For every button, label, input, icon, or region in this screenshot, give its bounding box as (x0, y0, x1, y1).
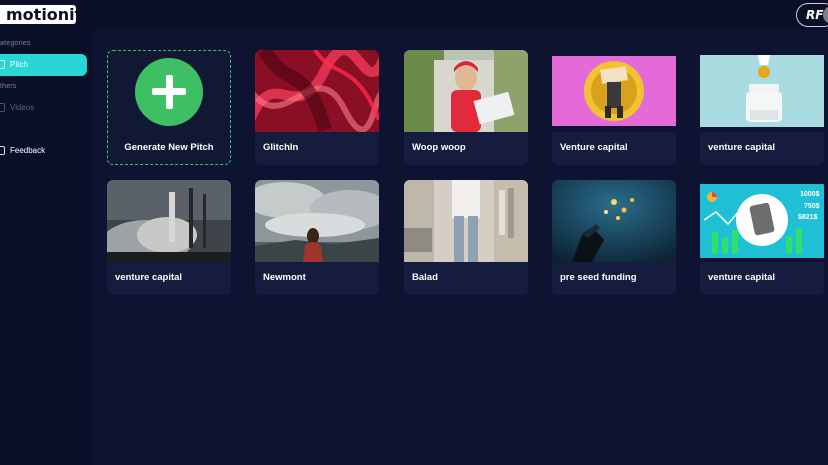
card-thumbnail (700, 50, 824, 132)
generate-new-pitch-card[interactable]: Generate New Pitch (107, 50, 231, 165)
sidebar-section-categories-title: ategories (0, 40, 31, 47)
pitch-icon (0, 60, 5, 69)
app-logo[interactable]: motionit (0, 5, 82, 24)
avatar (823, 6, 828, 24)
card-title: venture capital (708, 142, 776, 153)
card-title: pre seed funding (560, 272, 637, 283)
card-title: venture capital (115, 272, 183, 283)
pitch-card[interactable]: venture capital (700, 50, 824, 165)
sidebar-item-label: Pitch (10, 60, 28, 69)
card-title: Venture capital (560, 142, 628, 153)
card-thumbnail (552, 50, 676, 132)
pitch-card[interactable]: 1000$ 750$ $821$ venture capital (700, 180, 824, 295)
top-bar: motionit RF (0, 0, 828, 30)
card-title: GlitchIn (263, 142, 299, 153)
sidebar-item-feedback[interactable]: Feedback (0, 140, 87, 162)
pitch-card[interactable]: pre seed funding (552, 180, 676, 295)
sidebar-item-label: Feedback (10, 146, 46, 155)
card-thumbnail (552, 180, 676, 262)
sidebar-item-label: Videos (10, 103, 35, 112)
card-title: Balad (412, 272, 438, 283)
card-thumbnail (107, 180, 231, 262)
feedback-icon (0, 146, 5, 155)
pitch-card[interactable]: Balad (404, 180, 528, 295)
card-thumbnail: 1000$ 750$ $821$ (700, 180, 824, 262)
card-thumbnail (404, 50, 528, 132)
pitch-card[interactable]: Venture capital (552, 50, 676, 165)
sidebar-item-videos[interactable]: Videos (0, 97, 87, 119)
pitch-card[interactable]: Woop woop (404, 50, 528, 165)
video-icon (0, 103, 5, 112)
card-thumbnail (404, 180, 528, 262)
sidebar-item-pitch[interactable]: Pitch (0, 54, 87, 76)
pitch-card[interactable]: venture capital (107, 180, 231, 295)
pitch-card[interactable]: GlitchIn (255, 50, 379, 165)
card-thumbnail (255, 180, 379, 262)
card-thumbnail (255, 50, 379, 132)
user-initials: RF (806, 8, 824, 22)
card-title: Woop woop (412, 142, 466, 153)
card-title: Newmont (263, 272, 306, 283)
figure-821: $821$ (798, 214, 818, 221)
figure-1000: 1000$ (800, 191, 820, 198)
user-menu-button[interactable]: RF (796, 3, 828, 27)
pitch-card[interactable]: Newmont (255, 180, 379, 295)
sidebar: ategories Pitch thers Videos Feedback (0, 30, 92, 465)
plus-circle-icon (135, 58, 203, 126)
sidebar-section-others-title: thers (0, 83, 17, 90)
card-title: venture capital (708, 272, 776, 283)
card-title: Generate New Pitch (124, 142, 214, 153)
figure-750: 750$ (804, 203, 820, 210)
